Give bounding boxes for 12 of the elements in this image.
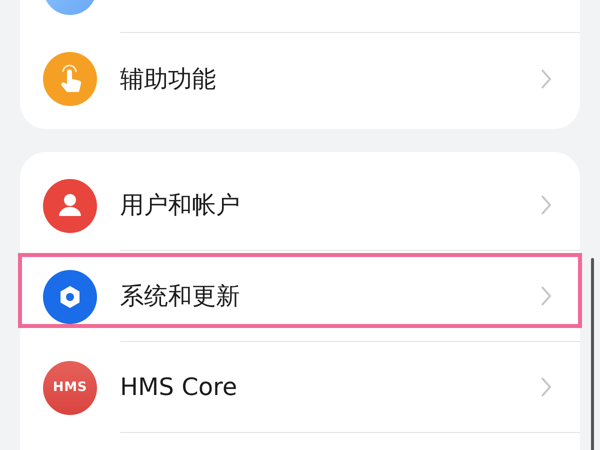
hand-icon [43,52,97,106]
chevron-icon [540,376,552,398]
app-icon: HMS [43,360,97,414]
setting-label[interactable]: 系统和更新 [120,278,540,314]
setting-label[interactable]: 用户和帐户 [120,187,540,223]
person-icon [43,178,97,232]
chevron-icon [540,285,552,307]
settings-icon [43,270,97,324]
chevron-icon [540,194,552,216]
setting-label[interactable]: HMS Core [120,369,540,405]
chevron-icon [540,68,552,90]
setting-label[interactable]: 辅助功能 [120,60,540,96]
